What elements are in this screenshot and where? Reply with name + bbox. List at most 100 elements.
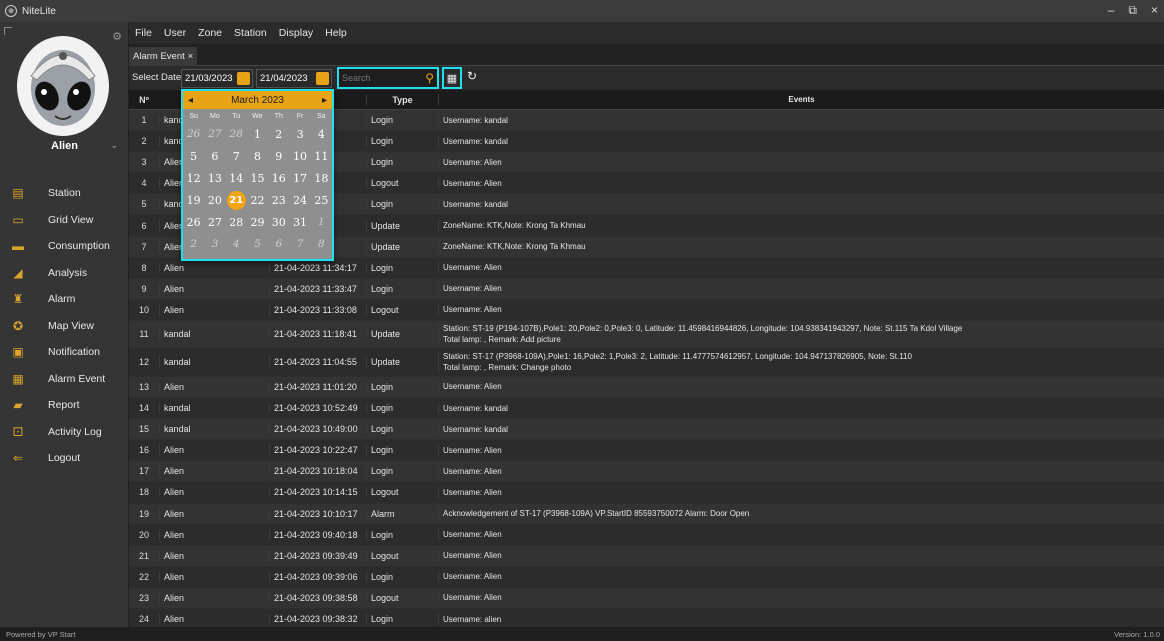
- table-row[interactable]: 22 Alien 21-04-2023 09:39:06 Login Username:…: [129, 566, 1164, 588]
- refresh-icon[interactable]: ↻: [467, 69, 477, 83]
- table-row[interactable]: 10 Alien 21-04-2023 11:33:08 Logout Username…: [129, 299, 1164, 321]
- calendar-day[interactable]: 30: [268, 211, 289, 233]
- calendar-day[interactable]: 14: [226, 167, 247, 189]
- calendar-day[interactable]: 8: [311, 233, 332, 255]
- day-number: 9: [275, 149, 283, 163]
- calendar-day[interactable]: 22: [247, 189, 268, 211]
- calendar-day[interactable]: 20: [204, 189, 225, 211]
- calendar-day[interactable]: 12: [183, 167, 204, 189]
- menu-item-station[interactable]: Station: [234, 27, 267, 39]
- sidebar-item-report[interactable]: ▰ Report: [0, 392, 129, 419]
- sidebar-item-activity-log[interactable]: ⚀ Activity Log: [0, 419, 129, 446]
- from-date-field[interactable]: 21/03/2023: [181, 69, 253, 88]
- sidebar-item-consumption[interactable]: ▬ Consumption: [0, 233, 129, 260]
- table-row[interactable]: 16 Alien 21-04-2023 10:22:47 Login Username:…: [129, 440, 1164, 462]
- table-row[interactable]: 19 Alien 21-04-2023 10:10:17 Alarm Acknowled…: [129, 503, 1164, 525]
- calendar-day[interactable]: 1: [311, 211, 332, 233]
- table-row[interactable]: 17 Alien 21-04-2023 10:18:04 Login Username:…: [129, 461, 1164, 483]
- cell-type: Login: [366, 424, 438, 435]
- to-date-field[interactable]: 21/04/2023: [256, 69, 332, 88]
- header-events[interactable]: Events: [438, 94, 1164, 105]
- sidebar-item-map-view[interactable]: ✪ Map View: [0, 313, 129, 340]
- calendar-day[interactable]: 6: [268, 233, 289, 255]
- calendar-day[interactable]: 5: [183, 145, 204, 167]
- minimize-button[interactable]: –: [1108, 3, 1115, 18]
- calendar-day[interactable]: 11: [311, 145, 332, 167]
- calendar-day[interactable]: 7: [289, 233, 310, 255]
- sidebar-item-logout[interactable]: ⇐ Logout: [0, 445, 129, 472]
- calendar-day[interactable]: 29: [247, 211, 268, 233]
- calendar-day[interactable]: 19: [183, 189, 204, 211]
- calendar-day[interactable]: 18: [311, 167, 332, 189]
- table-row[interactable]: 13 Alien 21-04-2023 11:01:20 Login Username:…: [129, 376, 1164, 399]
- calendar-day[interactable]: 28: [226, 211, 247, 233]
- table-row[interactable]: 9 Alien 21-04-2023 11:33:47 Login Username: …: [129, 278, 1164, 300]
- calendar-day[interactable]: 10: [289, 145, 310, 167]
- calendar-day[interactable]: 2: [268, 123, 289, 145]
- settings-gear-icon[interactable]: ⚙: [112, 30, 122, 43]
- calendar-month[interactable]: March 2023: [231, 95, 284, 106]
- tab-alarm-event[interactable]: Alarm Event ×: [129, 47, 198, 66]
- calendar-day[interactable]: 26: [183, 211, 204, 233]
- cell-event: ZoneName: KTK,Note: Krong Ta Khmau: [438, 241, 1164, 253]
- sidebar-item-alarm-event[interactable]: ▦ Alarm Event: [0, 366, 129, 393]
- header-type[interactable]: Type: [366, 94, 438, 105]
- calendar-day[interactable]: 13: [204, 167, 225, 189]
- sidebar-item-alarm[interactable]: ♜ Alarm: [0, 286, 129, 313]
- search-input[interactable]: Search ⚲: [337, 67, 439, 89]
- table-row[interactable]: 18 Alien 21-04-2023 10:14:15 Logout Username…: [129, 482, 1164, 504]
- table-row[interactable]: 20 Alien 21-04-2023 09:40:18 Login Username:…: [129, 524, 1164, 546]
- calendar-day[interactable]: 4: [311, 123, 332, 145]
- calendar-day[interactable]: 26: [183, 123, 204, 145]
- menu-item-zone[interactable]: Zone: [198, 27, 222, 39]
- calendar-day[interactable]: 6: [204, 145, 225, 167]
- calendar-day[interactable]: 15: [247, 167, 268, 189]
- chevron-down-icon[interactable]: ⌄: [110, 140, 118, 151]
- calendar-icon[interactable]: [237, 72, 250, 85]
- export-excel-button[interactable]: ▦: [442, 67, 462, 89]
- sidebar-item-analysis[interactable]: ◢ Analysis: [0, 260, 129, 287]
- table-row[interactable]: 12 kandal 21-04-2023 11:04:55 Update Station…: [129, 348, 1164, 377]
- calendar-day-selected[interactable]: 21: [226, 189, 247, 211]
- table-row[interactable]: 11 kandal 21-04-2023 11:18:41 Update Station…: [129, 320, 1164, 349]
- sidebar-item-grid-view[interactable]: ▭ Grid View: [0, 207, 129, 234]
- sidebar-item-notification[interactable]: ▣ Notification: [0, 339, 129, 366]
- calendar-day[interactable]: 1: [247, 123, 268, 145]
- table-row[interactable]: 21 Alien 21-04-2023 09:39:49 Logout Username…: [129, 545, 1164, 567]
- close-tab-icon[interactable]: ×: [188, 51, 194, 62]
- calendar-day[interactable]: 17: [289, 167, 310, 189]
- calendar-day[interactable]: 3: [204, 233, 225, 255]
- table-row[interactable]: 24 Alien 21-04-2023 09:38:32 Login Username:…: [129, 608, 1164, 626]
- menu-item-user[interactable]: User: [164, 27, 186, 39]
- calendar-day[interactable]: 24: [289, 189, 310, 211]
- calendar-day[interactable]: 5: [247, 233, 268, 255]
- calendar-day[interactable]: 7: [226, 145, 247, 167]
- close-window-button[interactable]: ×: [1151, 3, 1158, 18]
- next-month-button[interactable]: ▸: [322, 95, 327, 106]
- calendar-day[interactable]: 28: [226, 123, 247, 145]
- calendar-day[interactable]: 27: [204, 211, 225, 233]
- menu-item-file[interactable]: File: [135, 27, 152, 39]
- menu-item-display[interactable]: Display: [279, 27, 313, 39]
- calendar-day[interactable]: 4: [226, 233, 247, 255]
- header-no[interactable]: Nº: [129, 95, 159, 105]
- restore-button[interactable]: ⧉: [1128, 3, 1137, 18]
- search-icon[interactable]: ⚲: [425, 71, 434, 85]
- calendar-day[interactable]: 31: [289, 211, 310, 233]
- prev-month-button[interactable]: ◂: [188, 95, 193, 106]
- table-row[interactable]: 14 kandal 21-04-2023 10:52:49 Login Username…: [129, 398, 1164, 420]
- sidebar-item-station[interactable]: ▤ Station: [0, 180, 129, 207]
- calendar-day[interactable]: 3: [289, 123, 310, 145]
- menu-item-help[interactable]: Help: [325, 27, 347, 39]
- calendar-day[interactable]: 27: [204, 123, 225, 145]
- calendar-day[interactable]: 8: [247, 145, 268, 167]
- calendar-day[interactable]: 23: [268, 189, 289, 211]
- table-row[interactable]: 23 Alien 21-04-2023 09:38:58 Logout Username…: [129, 587, 1164, 609]
- calendar-day[interactable]: 16: [268, 167, 289, 189]
- avatar[interactable]: [17, 36, 109, 136]
- table-row[interactable]: 15 kandal 21-04-2023 10:49:00 Login Username…: [129, 419, 1164, 441]
- calendar-day[interactable]: 25: [311, 189, 332, 211]
- calendar-day[interactable]: 2: [183, 233, 204, 255]
- calendar-day[interactable]: 9: [268, 145, 289, 167]
- calendar-icon[interactable]: [316, 72, 329, 85]
